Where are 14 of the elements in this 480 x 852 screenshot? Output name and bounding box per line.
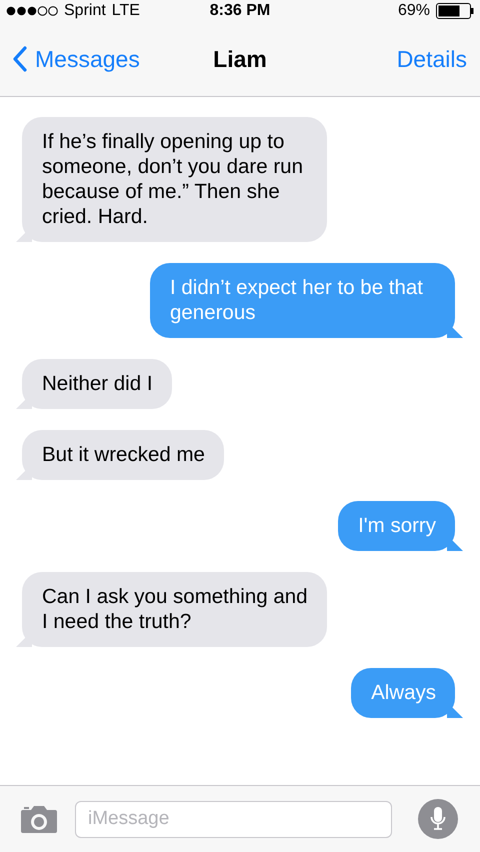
details-link[interactable]: Details [396,46,467,72]
battery-percentage: 69% [398,2,430,20]
microphone-button[interactable] [418,799,458,839]
camera-icon[interactable] [20,804,58,834]
back-button[interactable]: Messages [13,46,140,72]
message-input-field[interactable]: iMessage [75,800,392,838]
network-type: LTE [112,2,140,20]
back-chevron-icon [13,46,27,72]
signal-strength-icon [6,6,58,16]
contact-name: Liam [213,46,267,72]
clock-time: 8:36 PM [210,2,270,19]
carrier-name: Sprint [64,2,106,20]
battery-icon [436,3,474,19]
microphone-icon [430,806,446,832]
